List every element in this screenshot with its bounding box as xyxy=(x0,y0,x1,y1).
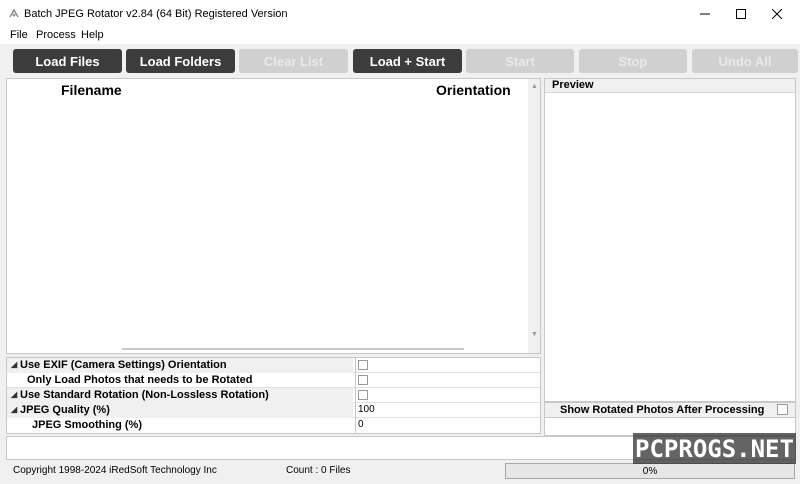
preview-title: Preview xyxy=(545,79,795,93)
expand-triangle-icon[interactable]: ◢ xyxy=(11,360,17,369)
menu-bar: File Process Help xyxy=(0,28,800,44)
load-folders-button[interactable]: Load Folders xyxy=(126,49,235,73)
expand-triangle-icon[interactable]: ◢ xyxy=(11,405,17,414)
menu-file[interactable]: File xyxy=(10,29,28,41)
option-row-jpeg-smoothing: JPEG Smoothing (%) 0 xyxy=(7,418,540,433)
window-title: Batch JPEG Rotator v2.84 (64 Bit) Regist… xyxy=(24,8,288,20)
option-label: JPEG Smoothing (%) xyxy=(32,419,142,431)
option-row-only-load: Only Load Photos that needs to be Rotate… xyxy=(7,373,540,388)
file-list[interactable]: Filename Orientation ▲ ▼ xyxy=(6,78,541,354)
option-row-exif: ◢ Use EXIF (Camera Settings) Orientation xyxy=(7,358,540,373)
progress-text: 0% xyxy=(642,466,658,477)
load-start-button[interactable]: Load + Start xyxy=(353,49,462,73)
column-orientation[interactable]: Orientation xyxy=(436,82,511,98)
option-row-jpeg-quality: ◢ JPEG Quality (%) 100 xyxy=(7,403,540,418)
horizontal-scrollbar[interactable] xyxy=(122,348,464,350)
exif-orientation-checkbox[interactable] xyxy=(358,360,368,370)
menu-help[interactable]: Help xyxy=(81,29,104,41)
option-value xyxy=(355,358,540,373)
show-rotated-label: Show Rotated Photos After Processing xyxy=(560,404,765,416)
jpeg-smoothing-input[interactable]: 0 xyxy=(355,418,540,433)
show-rotated-row: Show Rotated Photos After Processing xyxy=(544,402,796,418)
close-icon xyxy=(772,9,782,19)
copyright-text: Copyright 1998-2024 iRedSoft Technology … xyxy=(13,465,217,476)
start-button[interactable]: Start xyxy=(466,49,574,73)
expand-triangle-icon[interactable]: ◢ xyxy=(11,390,17,399)
file-count: Count : 0 Files xyxy=(286,465,351,476)
jpeg-quality-input[interactable]: 100 xyxy=(355,403,540,418)
scroll-up-icon[interactable]: ▲ xyxy=(531,83,538,91)
option-label: ◢ Use Standard Rotation (Non-Lossless Ro… xyxy=(7,388,353,403)
option-label: ◢ Use EXIF (Camera Settings) Orientation xyxy=(7,358,353,373)
stop-button[interactable]: Stop xyxy=(579,49,687,73)
option-value xyxy=(355,388,540,403)
toolbar: Load Files Load Folders Clear List Load … xyxy=(0,44,800,76)
scroll-down-icon[interactable]: ▼ xyxy=(531,331,538,339)
option-row-standard-rotation: ◢ Use Standard Rotation (Non-Lossless Ro… xyxy=(7,388,540,403)
watermark-logo: PCPROGS.NET xyxy=(633,433,796,464)
column-filename[interactable]: Filename xyxy=(61,82,122,98)
maximize-icon xyxy=(736,9,746,19)
progress-bar: 0% xyxy=(505,463,795,479)
app-icon xyxy=(9,8,19,18)
load-files-button[interactable]: Load Files xyxy=(13,49,122,73)
preview-panel: Preview xyxy=(544,78,796,402)
option-label: Only Load Photos that needs to be Rotate… xyxy=(27,374,253,386)
menu-process[interactable]: Process xyxy=(36,29,76,41)
only-load-rotated-checkbox[interactable] xyxy=(358,375,368,385)
title-bar: Batch JPEG Rotator v2.84 (64 Bit) Regist… xyxy=(0,0,800,28)
close-button[interactable] xyxy=(754,0,800,28)
clear-list-button[interactable]: Clear List xyxy=(239,49,348,73)
minimize-icon xyxy=(700,13,710,15)
status-bar: Copyright 1998-2024 iRedSoft Technology … xyxy=(0,462,800,482)
file-list-scrollbar[interactable]: ▲ ▼ xyxy=(528,79,540,353)
option-label: ◢ JPEG Quality (%) xyxy=(7,403,353,418)
options-grid: ◢ Use EXIF (Camera Settings) Orientation… xyxy=(6,357,541,434)
standard-rotation-checkbox[interactable] xyxy=(358,390,368,400)
show-rotated-checkbox[interactable] xyxy=(777,404,788,415)
undo-all-button[interactable]: Undo All xyxy=(692,49,798,73)
option-value xyxy=(355,373,540,388)
